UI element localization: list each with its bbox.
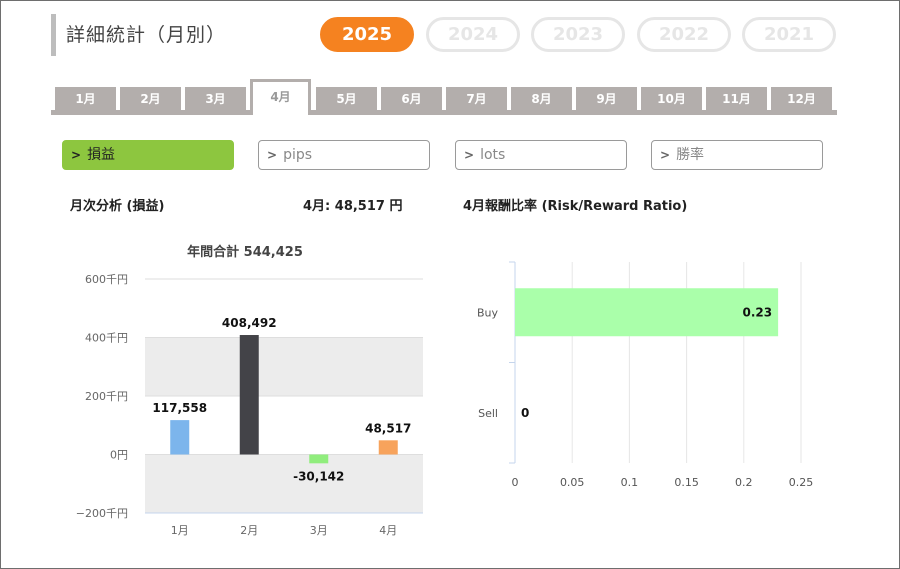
title-accent-bar	[51, 14, 56, 56]
plot-band	[145, 454, 423, 513]
tab-month-7[interactable]: 7月	[446, 87, 507, 110]
x-tick-label: 0.15	[674, 476, 699, 489]
monthly-analysis-heading: 月次分析 (損益)	[70, 199, 165, 214]
tab-month-12[interactable]: 12月	[771, 87, 832, 110]
year-button-2021[interactable]: 2021	[742, 17, 836, 52]
year-button-2022[interactable]: 2022	[637, 17, 731, 52]
metric-button-pips[interactable]: > pips	[258, 140, 430, 170]
y-tick-label: 0円	[110, 449, 128, 462]
risk-reward-chart: 0 0.05 0.1 0.15 0.2 0.25 Buy 0.23 Sell 0	[477, 261, 814, 489]
metric-label: lots	[480, 147, 506, 163]
bar-4月	[378, 440, 398, 455]
bar-2月	[239, 335, 259, 455]
tab-month-8[interactable]: 8月	[511, 87, 572, 110]
x-tick-label: 0.05	[560, 476, 585, 489]
chevron-right-icon: >	[71, 148, 82, 162]
risk-reward-heading: 4月報酬比率 (Risk/Reward Ratio)	[463, 199, 688, 214]
x-tick-label: 4月	[379, 524, 397, 537]
chevron-right-icon: >	[267, 148, 278, 162]
monthly-profit-chart: 600千円 400千円 200千円 0円 −200千円 年間合計 544,425 117,5…	[76, 244, 423, 537]
x-tick-label: 0.25	[789, 476, 814, 489]
tab-month-3[interactable]: 3月	[185, 87, 246, 110]
data-label: 117,558	[152, 401, 207, 415]
chevron-right-icon: >	[464, 148, 475, 162]
bar-3月	[309, 454, 329, 464]
tab-month-11[interactable]: 11月	[706, 87, 767, 110]
metric-button-lots[interactable]: > lots	[455, 140, 627, 170]
x-tick-label: 0.1	[621, 476, 639, 489]
metric-button-profit[interactable]: > 損益	[62, 140, 234, 170]
tab-month-9[interactable]: 9月	[576, 87, 637, 110]
x-tick-label: 3月	[310, 524, 328, 537]
tab-month-2[interactable]: 2月	[120, 87, 181, 110]
x-tick-label: 0.2	[735, 476, 753, 489]
year-button-2025[interactable]: 2025	[320, 17, 414, 52]
month-tabs-baseline	[51, 110, 837, 115]
data-label: -30,142	[293, 469, 344, 483]
x-tick-label: 1月	[171, 524, 189, 537]
month-total-value: 4月: 48,517 円	[303, 199, 403, 214]
data-label: 0.23	[743, 305, 773, 319]
year-button-2024[interactable]: 2024	[426, 17, 520, 52]
x-tick-label: 0	[512, 476, 519, 489]
metric-label: pips	[283, 147, 313, 163]
tab-month-6[interactable]: 6月	[381, 87, 442, 110]
tab-month-10[interactable]: 10月	[641, 87, 702, 110]
bar-Buy	[515, 288, 779, 337]
bar-1月	[170, 420, 190, 455]
page-title: 詳細統計（月別）	[66, 24, 227, 46]
x-tick-label: 2月	[240, 524, 258, 537]
y-tick-label: Sell	[478, 407, 498, 420]
data-label: 48,517	[365, 421, 411, 435]
tab-month-4[interactable]: 4月	[250, 79, 311, 115]
metric-button-winrate[interactable]: > 勝率	[651, 140, 823, 170]
y-tick-label: −200千円	[76, 507, 128, 520]
tab-month-5[interactable]: 5月	[316, 87, 377, 110]
data-label: 0	[521, 406, 529, 420]
chart-title: 年間合計 544,425	[187, 244, 303, 260]
tab-month-1[interactable]: 1月	[55, 87, 116, 110]
y-tick-label: 400千円	[85, 332, 128, 345]
chevron-right-icon: >	[660, 148, 671, 162]
y-tick-label: 600千円	[85, 273, 128, 286]
y-tick-label: Buy	[477, 306, 499, 319]
plot-band	[145, 337, 423, 396]
year-button-2023[interactable]: 2023	[531, 17, 625, 52]
metric-label: 勝率	[676, 147, 705, 163]
data-label: 408,492	[222, 316, 277, 330]
metric-label: 損益	[87, 147, 116, 163]
y-tick-label: 200千円	[85, 390, 128, 403]
